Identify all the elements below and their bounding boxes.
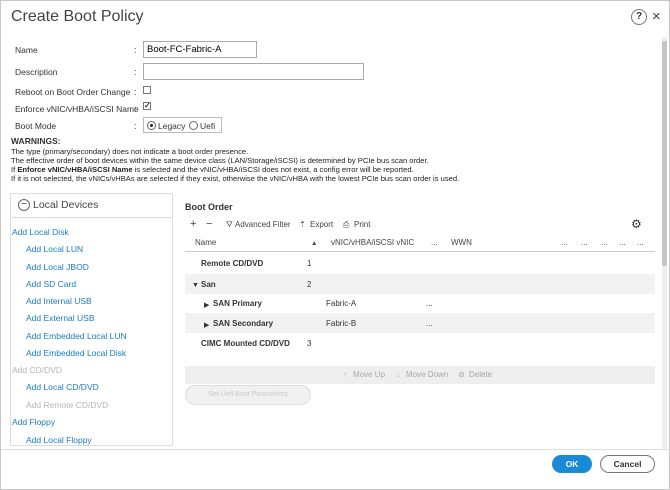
boot-mode-legacy-label[interactable]: Legacy bbox=[158, 121, 185, 131]
move-down-icon[interactable]: ↓ bbox=[396, 370, 400, 379]
warning-line-2: The effective order of boot devices with… bbox=[11, 156, 429, 165]
local-device-item[interactable]: Add Local Floppy bbox=[26, 435, 92, 445]
col-more-header-3[interactable]: ... bbox=[601, 238, 608, 247]
row-name: CIMC Mounted CD/DVD bbox=[201, 339, 290, 348]
remove-icon[interactable]: − bbox=[206, 218, 212, 230]
delete-icon[interactable]: ⊘ bbox=[458, 370, 465, 379]
move-up-button[interactable]: Move Up bbox=[353, 370, 385, 379]
col-name-header[interactable]: Name bbox=[195, 238, 216, 247]
col-more-header-4[interactable]: ... bbox=[619, 238, 626, 247]
create-boot-policy-dialog: Create Boot Policy ? × Name : Descriptio… bbox=[0, 0, 670, 490]
name-input[interactable] bbox=[143, 41, 257, 58]
gear-icon[interactable]: ⚙ bbox=[631, 217, 642, 231]
row-extra: ... bbox=[426, 319, 433, 328]
dialog-title: Create Boot Policy bbox=[11, 8, 144, 25]
boot-mode-legacy-radio[interactable] bbox=[147, 121, 156, 130]
col-wwn-header[interactable]: WWN bbox=[451, 238, 472, 247]
row-order: 3 bbox=[307, 339, 312, 348]
export-icon[interactable]: ⇡ bbox=[299, 220, 306, 229]
warning-line-1: The type (primary/secondary) does not in… bbox=[11, 147, 249, 156]
collapsed-triangle-icon[interactable]: ▶ bbox=[204, 301, 209, 309]
row-order: 1 bbox=[307, 259, 312, 268]
ok-button[interactable]: OK bbox=[552, 455, 592, 473]
boot-mode-label: Boot Mode bbox=[15, 121, 57, 131]
filter-icon[interactable]: ⛛ bbox=[226, 220, 233, 230]
local-device-item[interactable]: Add Floppy bbox=[12, 417, 55, 427]
warning-line-4: If it is not selected, the vNICs/vHBAs a… bbox=[11, 174, 460, 183]
local-device-item: Add Remote CD/DVD bbox=[26, 400, 109, 410]
cancel-button[interactable]: Cancel bbox=[600, 455, 655, 473]
description-input[interactable] bbox=[143, 63, 364, 80]
name-colon: : bbox=[134, 45, 137, 55]
row-extra: ... bbox=[426, 299, 433, 308]
local-device-item[interactable]: Add Local LUN bbox=[26, 244, 83, 254]
row-name: SAN Secondary bbox=[213, 319, 274, 328]
sort-ascending-icon[interactable]: ▲ bbox=[311, 240, 317, 247]
advanced-filter-button[interactable]: Advanced Filter bbox=[235, 220, 291, 229]
col-more-header-1[interactable]: ... bbox=[561, 238, 568, 247]
boot-mode-uefi-label[interactable]: Uefi bbox=[200, 121, 215, 131]
warnings-title: WARNINGS: bbox=[11, 136, 61, 146]
reboot-checkbox[interactable] bbox=[143, 86, 151, 94]
move-up-icon[interactable]: ↑ bbox=[343, 370, 347, 379]
reboot-label: Reboot on Boot Order Change bbox=[15, 87, 131, 97]
table-row[interactable] bbox=[185, 274, 655, 294]
name-label: Name bbox=[15, 45, 38, 55]
boot-mode-radio-group: Legacy Uefi bbox=[143, 117, 222, 133]
header-divider bbox=[185, 251, 655, 252]
local-device-item[interactable]: Add External USB bbox=[26, 313, 95, 323]
print-icon[interactable]: ⎙ bbox=[343, 220, 349, 230]
local-device-item[interactable]: Add Embedded Local LUN bbox=[26, 331, 127, 341]
local-device-item[interactable]: Add Embedded Local Disk bbox=[26, 348, 126, 358]
boot-order-title: Boot Order bbox=[185, 202, 233, 212]
local-device-item[interactable]: Add SD Card bbox=[26, 279, 76, 289]
row-name: San bbox=[201, 280, 216, 289]
delete-button[interactable]: Delete bbox=[469, 370, 492, 379]
row-order: 2 bbox=[307, 280, 312, 289]
row-name: Remote CD/DVD bbox=[201, 259, 264, 268]
col-more-header-5[interactable]: ... bbox=[637, 238, 644, 247]
warning-line-3-bold: Enforce vNIC/vHBA/iSCSI Name bbox=[17, 165, 133, 174]
reboot-colon: : bbox=[134, 87, 137, 97]
add-icon[interactable]: + bbox=[190, 218, 196, 230]
export-button[interactable]: Export bbox=[310, 220, 333, 229]
row-vnic: Fabric-B bbox=[326, 319, 357, 328]
local-devices-title[interactable]: Local Devices bbox=[33, 199, 98, 211]
description-colon: : bbox=[134, 67, 137, 77]
expanded-triangle-icon[interactable]: ▼ bbox=[192, 282, 199, 289]
description-label: Description bbox=[15, 67, 58, 77]
enforce-checkbox[interactable]: ✓ bbox=[143, 102, 151, 110]
local-device-item[interactable]: Add Local Disk bbox=[12, 227, 69, 237]
collapse-minus-icon[interactable]: − bbox=[18, 199, 30, 211]
local-device-item[interactable]: Add Internal USB bbox=[26, 296, 92, 306]
local-device-item[interactable]: Add Local JBOD bbox=[26, 262, 89, 272]
set-uefi-boot-parameters-button[interactable]: Set Uefi Boot Parameters bbox=[185, 385, 311, 405]
col-more-header-2[interactable]: ... bbox=[581, 238, 588, 247]
help-icon[interactable]: ? bbox=[631, 9, 647, 25]
row-vnic: Fabric-A bbox=[326, 299, 357, 308]
warning-line-3-post: is selected and the vNIC/vHBA/iSCSI does… bbox=[132, 165, 414, 174]
local-device-item[interactable]: Add Local CD/DVD bbox=[26, 382, 99, 392]
row-name: SAN Primary bbox=[213, 299, 262, 308]
boot-mode-uefi-radio[interactable] bbox=[189, 121, 198, 130]
close-icon[interactable]: × bbox=[652, 8, 661, 25]
collapsed-triangle-icon[interactable]: ▶ bbox=[204, 321, 209, 329]
boot-mode-colon: : bbox=[134, 121, 137, 131]
warning-line-3: If Enforce vNIC/vHBA/iSCSI Name is selec… bbox=[11, 165, 414, 174]
enforce-label: Enforce vNIC/vHBA/iSCSI Name bbox=[15, 104, 139, 114]
footer-divider bbox=[1, 449, 670, 450]
local-device-item: Add CD/DVD bbox=[12, 365, 63, 375]
dialog-scrollbar-thumb[interactable] bbox=[662, 41, 667, 266]
print-button[interactable]: Print bbox=[354, 220, 370, 229]
col-ellipsis-header[interactable]: ... bbox=[431, 238, 438, 247]
move-down-button[interactable]: Move Down bbox=[406, 370, 448, 379]
col-vnic-header[interactable]: vNIC/vHBA/iSCSI vNIC bbox=[331, 238, 414, 247]
enforce-colon: : bbox=[134, 104, 137, 114]
